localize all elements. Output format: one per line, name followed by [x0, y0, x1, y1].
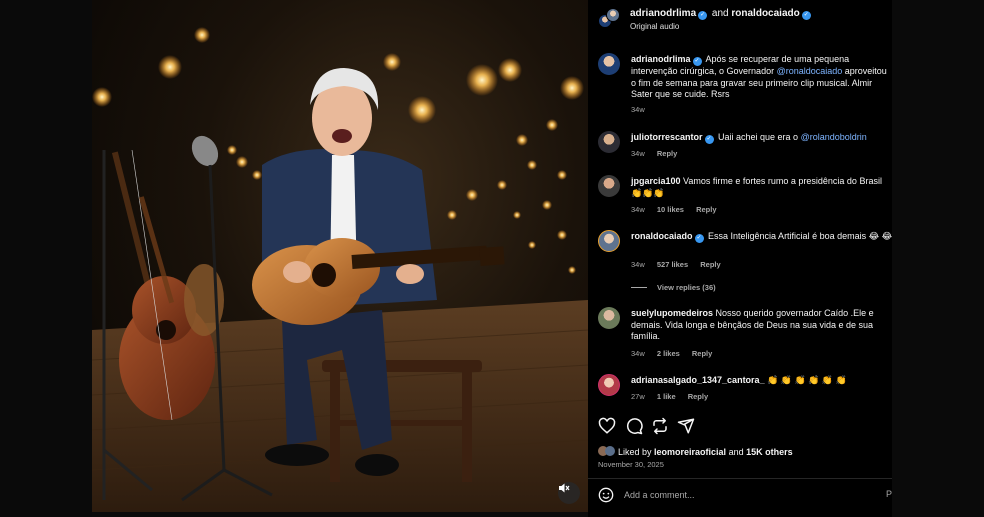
- comment-body: Vamos firme e fortes rumo a presidência …: [680, 176, 882, 186]
- reply-button[interactable]: Reply: [688, 392, 708, 401]
- verified-badge-icon: ✓: [694, 234, 704, 243]
- avatar[interactable]: [598, 131, 620, 153]
- comment-meta: 34w Reply: [631, 149, 687, 158]
- username-link[interactable]: ronaldocaiado: [731, 8, 799, 19]
- likes-count[interactable]: 2 likes: [657, 349, 680, 358]
- comment-input[interactable]: [624, 487, 874, 503]
- comment-meta: 34w 10 likes Reply: [631, 205, 727, 214]
- mute-toggle-button[interactable]: [558, 482, 580, 504]
- likes-count[interactable]: 10 likes: [657, 205, 684, 214]
- avatar[interactable]: [598, 374, 620, 396]
- verified-badge-icon: ✓: [801, 11, 811, 20]
- audio-label[interactable]: Original audio: [630, 22, 679, 31]
- caption-meta: 34w: [631, 105, 655, 114]
- timestamp: 27w: [631, 392, 645, 401]
- avatar[interactable]: [598, 175, 620, 197]
- avatar: [605, 446, 615, 456]
- username-link[interactable]: adrianasalgado_1347_cantora_: [631, 375, 765, 385]
- and-text: and: [711, 8, 729, 19]
- caption-text: adrianodrlima ✓ Após se recuperar de uma …: [631, 54, 892, 101]
- emoji-button[interactable]: [598, 487, 614, 503]
- like-button[interactable]: [598, 417, 616, 435]
- paper-plane-icon: [677, 418, 695, 434]
- post-header: adrianodrlima ✓ and ronaldocaiado ✓ Origin…: [588, 0, 892, 40]
- left-backdrop: [0, 0, 92, 517]
- comment-text: ronaldocaiado ✓ Essa Inteligência Artific…: [631, 231, 892, 243]
- heart-icon: [598, 417, 616, 434]
- view-replies-label: View replies (36): [657, 283, 716, 292]
- reply-button[interactable]: Reply: [696, 205, 716, 214]
- post-panel: adrianodrlima ✓ and ronaldocaiado ✓ Origin…: [588, 0, 892, 517]
- verified-badge-icon: ✓: [692, 57, 702, 66]
- comment-emojis: 👏👏👏: [631, 187, 665, 198]
- post-comment-button[interactable]: P: [886, 489, 892, 499]
- comment-meta: 34w 527 likes Reply: [631, 260, 731, 269]
- comment-meta: 27w 1 like Reply: [631, 392, 718, 401]
- username-link[interactable]: leomoreiraoficial: [654, 447, 726, 457]
- verified-badge-icon: ✓: [698, 11, 708, 20]
- username-link[interactable]: adrianodrlima: [630, 8, 696, 19]
- likes-count[interactable]: 527 likes: [657, 260, 688, 269]
- liked-by-middle: and: [726, 447, 747, 457]
- username-link[interactable]: adrianodrlima: [631, 54, 691, 64]
- comment-composer: P: [588, 479, 892, 512]
- liked-by: Liked by leomoreiraoficial and 15K other…: [598, 446, 793, 457]
- post-actions: [598, 417, 718, 435]
- verified-badge-icon: ✓: [704, 135, 714, 144]
- timestamp: 34w: [631, 105, 645, 114]
- username-link[interactable]: jpgarcia100: [631, 176, 681, 186]
- timestamp: 34w: [631, 349, 645, 358]
- avatar[interactable]: [598, 307, 620, 329]
- reply-button[interactable]: Reply: [657, 149, 677, 158]
- comment-body: Uaii achei que era o: [715, 132, 801, 142]
- comment-emojis: 👏 👏 👏 👏 👏 👏: [764, 375, 847, 385]
- repost-icon: [653, 417, 667, 435]
- timestamp: 34w: [631, 205, 645, 214]
- mention-link[interactable]: @ronaldocaiado: [777, 66, 843, 76]
- stage-illustration: [92, 27, 588, 512]
- collab-usernames: adrianodrlima ✓ and ronaldocaiado ✓: [630, 8, 813, 20]
- speaker-muted-icon: [559, 483, 570, 493]
- comment-text: adrianasalgado_1347_cantora_ 👏 👏 👏 👏 👏 👏: [631, 375, 892, 387]
- divider-line: [631, 287, 647, 288]
- view-replies-button[interactable]: View replies (36): [631, 283, 716, 292]
- avatar[interactable]: [598, 230, 620, 252]
- share-button[interactable]: [677, 417, 695, 435]
- comment-emojis: 😂 😂: [868, 231, 892, 241]
- liked-by-prefix: Liked by: [618, 447, 655, 457]
- reply-button[interactable]: Reply: [700, 260, 720, 269]
- mention-link[interactable]: @rolandoboldrin: [801, 132, 867, 142]
- timestamp: 34w: [631, 149, 645, 158]
- comment-text: juliotorrescantor ✓ Uaii achei que era o …: [631, 132, 892, 144]
- post-media[interactable]: [92, 0, 588, 512]
- comment-button[interactable]: [625, 417, 643, 435]
- timestamp: 34w: [631, 260, 645, 269]
- comment-bubble-icon: [627, 418, 643, 435]
- comment-body: Essa Inteligência Artificial é boa demai…: [705, 231, 869, 241]
- smiley-icon: [598, 487, 614, 503]
- right-backdrop: [892, 0, 984, 517]
- comment-meta: 34w 2 likes Reply: [631, 349, 722, 358]
- likes-others-link[interactable]: 15K others: [746, 447, 793, 457]
- avatar[interactable]: [598, 53, 620, 75]
- comment-text: suelylupomedeiros Nosso querido governad…: [631, 308, 892, 343]
- collab-avatars[interactable]: [598, 8, 620, 30]
- post-date[interactable]: November 30, 2025: [598, 460, 664, 469]
- comment-text: jpgarcia100 Vamos firme e fortes rumo a …: [631, 176, 892, 199]
- repost-button[interactable]: [651, 417, 669, 435]
- username-link[interactable]: suelylupomedeiros: [631, 308, 713, 318]
- reply-button[interactable]: Reply: [692, 349, 712, 358]
- avatar: [606, 8, 620, 22]
- likes-count[interactable]: 1 like: [657, 392, 676, 401]
- username-link[interactable]: ronaldocaiado: [631, 231, 693, 241]
- username-link[interactable]: juliotorrescantor: [631, 132, 703, 142]
